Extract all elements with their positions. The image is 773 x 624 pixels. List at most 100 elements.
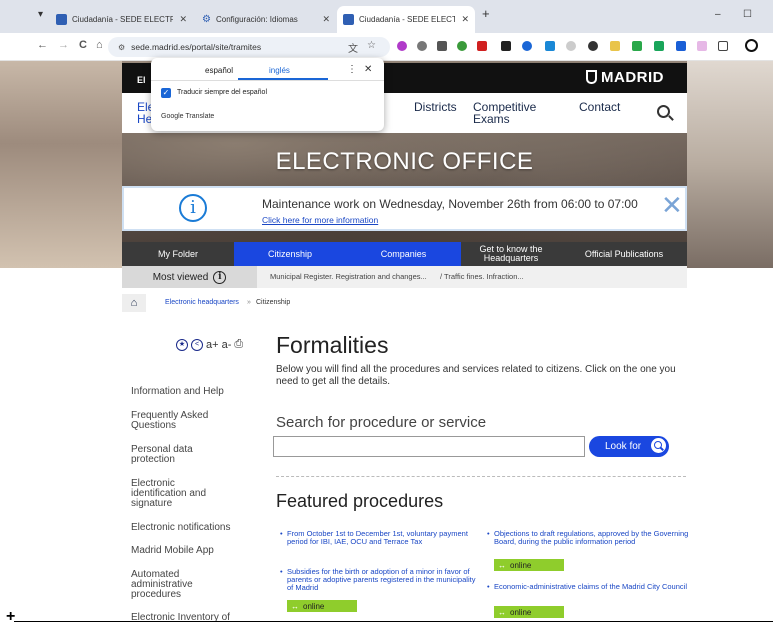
extension-icon[interactable] — [545, 41, 555, 51]
forward-button[interactable]: → — [58, 39, 69, 51]
nav-official-publications[interactable]: Official Publications — [561, 242, 687, 266]
procedure-search-input[interactable] — [273, 436, 585, 457]
extension-icon[interactable] — [697, 41, 707, 51]
site-search-icon[interactable] — [657, 105, 670, 118]
menu-contact[interactable]: Contact — [579, 101, 620, 113]
online-text: online — [510, 560, 532, 570]
extension-icon[interactable] — [397, 41, 407, 51]
main-nav: My Folder Citizenship Companies Get to k… — [122, 242, 687, 266]
most-viewed-text: Most viewed — [152, 271, 209, 283]
look-for-button[interactable]: Look for — [589, 436, 669, 457]
nav-my-folder[interactable]: My Folder — [122, 242, 234, 266]
background-photo-right — [687, 61, 773, 268]
breadcrumb-electronic-headquarters[interactable]: Electronic headquarters — [165, 299, 239, 306]
notice-close-icon[interactable]: ✕ — [661, 192, 683, 218]
sidebar-madrid-mobile-app[interactable]: Madrid Mobile App — [131, 546, 214, 556]
madrid-favicon-icon — [343, 14, 354, 25]
extension-icon[interactable] — [417, 41, 427, 51]
featured-procedure-link[interactable]: From October 1st to December 1st, volunt… — [280, 530, 477, 546]
selected-tab-indicator — [238, 78, 328, 80]
always-translate-label: Traducir siempre del español — [177, 89, 268, 96]
featured-procedure-link[interactable]: Objections to draft regulations, approve… — [487, 530, 689, 546]
divider — [151, 80, 384, 81]
sidebar-electronic-identification[interactable]: Electronic identification and signature — [131, 479, 221, 509]
page-title: Formalities — [276, 332, 389, 358]
site-info-icon[interactable]: ⚙ — [118, 43, 125, 52]
online-badge[interactable]: ↔ online — [494, 559, 564, 571]
url-text: sede.madrid.es/portal/site/tramites — [131, 42, 262, 52]
sidebar-electronic-notifications[interactable]: Electronic notifications — [131, 523, 231, 533]
online-badge[interactable]: ↔ online — [287, 600, 357, 612]
sidebar-faq[interactable]: Frequently Asked Questions — [131, 411, 221, 431]
nav-companies[interactable]: Companies — [346, 242, 461, 266]
extension-icon[interactable] — [654, 41, 664, 51]
sidebar-information-help[interactable]: Information and Help — [131, 387, 224, 397]
home-icon[interactable]: ⌂ — [122, 294, 146, 312]
sidebar-automated-procedures[interactable]: Automated administrative procedures — [131, 570, 211, 600]
extension-icon[interactable] — [437, 41, 447, 51]
online-icon: ↔ — [498, 560, 506, 570]
tab-close-icon[interactable]: ✕ — [179, 14, 187, 25]
breadcrumb-separator: » — [247, 299, 251, 306]
notice-more-info-link[interactable]: Click here for more information — [262, 215, 378, 225]
online-icon: ↔ — [498, 607, 506, 617]
translate-popup: español inglés ⋮ ✕ ✓ Traducir siempre de… — [151, 58, 384, 131]
madrid-logo[interactable]: MADRID — [586, 69, 664, 86]
extension-icon[interactable] — [457, 41, 467, 51]
browser-toolbar: ← → C ⌂ ⚙ sede.madrid.es/portal/site/tra… — [0, 33, 773, 61]
translate-icon[interactable]: 文 — [348, 40, 358, 55]
online-icon: ↔ — [291, 601, 299, 611]
always-translate-checkbox[interactable]: ✓ — [161, 88, 171, 98]
notice-message: Maintenance work on Wednesday, November … — [262, 197, 638, 211]
most-viewed-link[interactable]: Municipal Register. Registration and cha… — [270, 272, 427, 281]
nav-get-to-know-headquarters[interactable]: Get to know the Headquarters — [461, 242, 561, 266]
extension-icon[interactable] — [588, 41, 598, 51]
pdf-extension-icon[interactable] — [477, 41, 487, 51]
featured-procedure-link[interactable]: Subsidies for the birth or adoption of a… — [280, 568, 477, 592]
tab-ciudadania-active[interactable]: Ciudadanía - SEDE ELECTRÓNI ✕ — [337, 6, 475, 33]
close-icon[interactable]: ✕ — [364, 64, 372, 75]
tab-search-icon[interactable]: ▾ — [38, 9, 43, 20]
target-language-tab[interactable]: inglés — [269, 66, 290, 75]
extension-icon[interactable] — [676, 41, 686, 51]
bookmark-star-icon[interactable]: ☆ — [367, 40, 376, 51]
sidebar-personal-data[interactable]: Personal data protection — [131, 445, 216, 465]
maximize-button[interactable]: ☐ — [743, 9, 752, 20]
search-icon — [651, 438, 666, 453]
font-size-icon[interactable]: a+ a- — [206, 339, 231, 351]
extension-icon[interactable] — [522, 41, 532, 51]
google-translate-brand: Google Translate — [161, 113, 215, 120]
featured-procedure-link[interactable]: Economic-administrative claims of the Ma… — [487, 583, 689, 592]
tab-close-icon[interactable]: ✕ — [461, 14, 469, 25]
print-icon[interactable]: ⎙ — [234, 338, 243, 351]
extension-icon[interactable] — [610, 41, 620, 51]
tab-close-icon[interactable]: ✕ — [322, 14, 330, 25]
favorite-icon[interactable]: ★ — [176, 338, 188, 351]
more-options-icon[interactable]: ⋮ — [347, 64, 357, 75]
screen: ▾ Ciudadanía - SEDE ELECTRÓNI ✕ ⚙ Config… — [0, 0, 773, 624]
divider — [276, 476, 686, 477]
minimize-button[interactable]: – — [715, 9, 721, 20]
home-button[interactable]: ⌂ — [96, 39, 103, 51]
most-viewed-link[interactable]: / Traffic fines. Infraction... — [440, 272, 524, 281]
share-icon[interactable]: < — [191, 338, 203, 351]
tab-title: Configuración: Idiomas — [215, 15, 298, 24]
pen-extension-icon[interactable] — [501, 41, 511, 51]
source-language-tab[interactable]: español — [205, 66, 233, 75]
menu-districts[interactable]: Districts — [414, 101, 457, 113]
new-tab-button[interactable]: + — [482, 6, 490, 21]
reload-button[interactable]: C — [79, 39, 87, 51]
tab-ciudadania-1[interactable]: Ciudadanía - SEDE ELECTRÓNI ✕ — [50, 6, 193, 33]
nav-citizenship[interactable]: Citizenship — [234, 242, 346, 266]
profile-avatar[interactable] — [745, 39, 758, 52]
menu-competitive-exams[interactable]: Competitive Exams — [473, 101, 536, 125]
baseline — [14, 621, 773, 622]
extension-icon[interactable] — [566, 41, 576, 51]
tab-configuracion-idiomas[interactable]: ⚙ Configuración: Idiomas ✕ — [196, 6, 336, 33]
logo-text: MADRID — [601, 69, 664, 86]
extension-icon[interactable] — [632, 41, 642, 51]
back-button[interactable]: ← — [37, 39, 48, 51]
featured-heading: Featured procedures — [276, 491, 444, 511]
extensions-puzzle-icon[interactable] — [718, 41, 728, 51]
online-badge[interactable]: ↔ online — [494, 606, 564, 618]
